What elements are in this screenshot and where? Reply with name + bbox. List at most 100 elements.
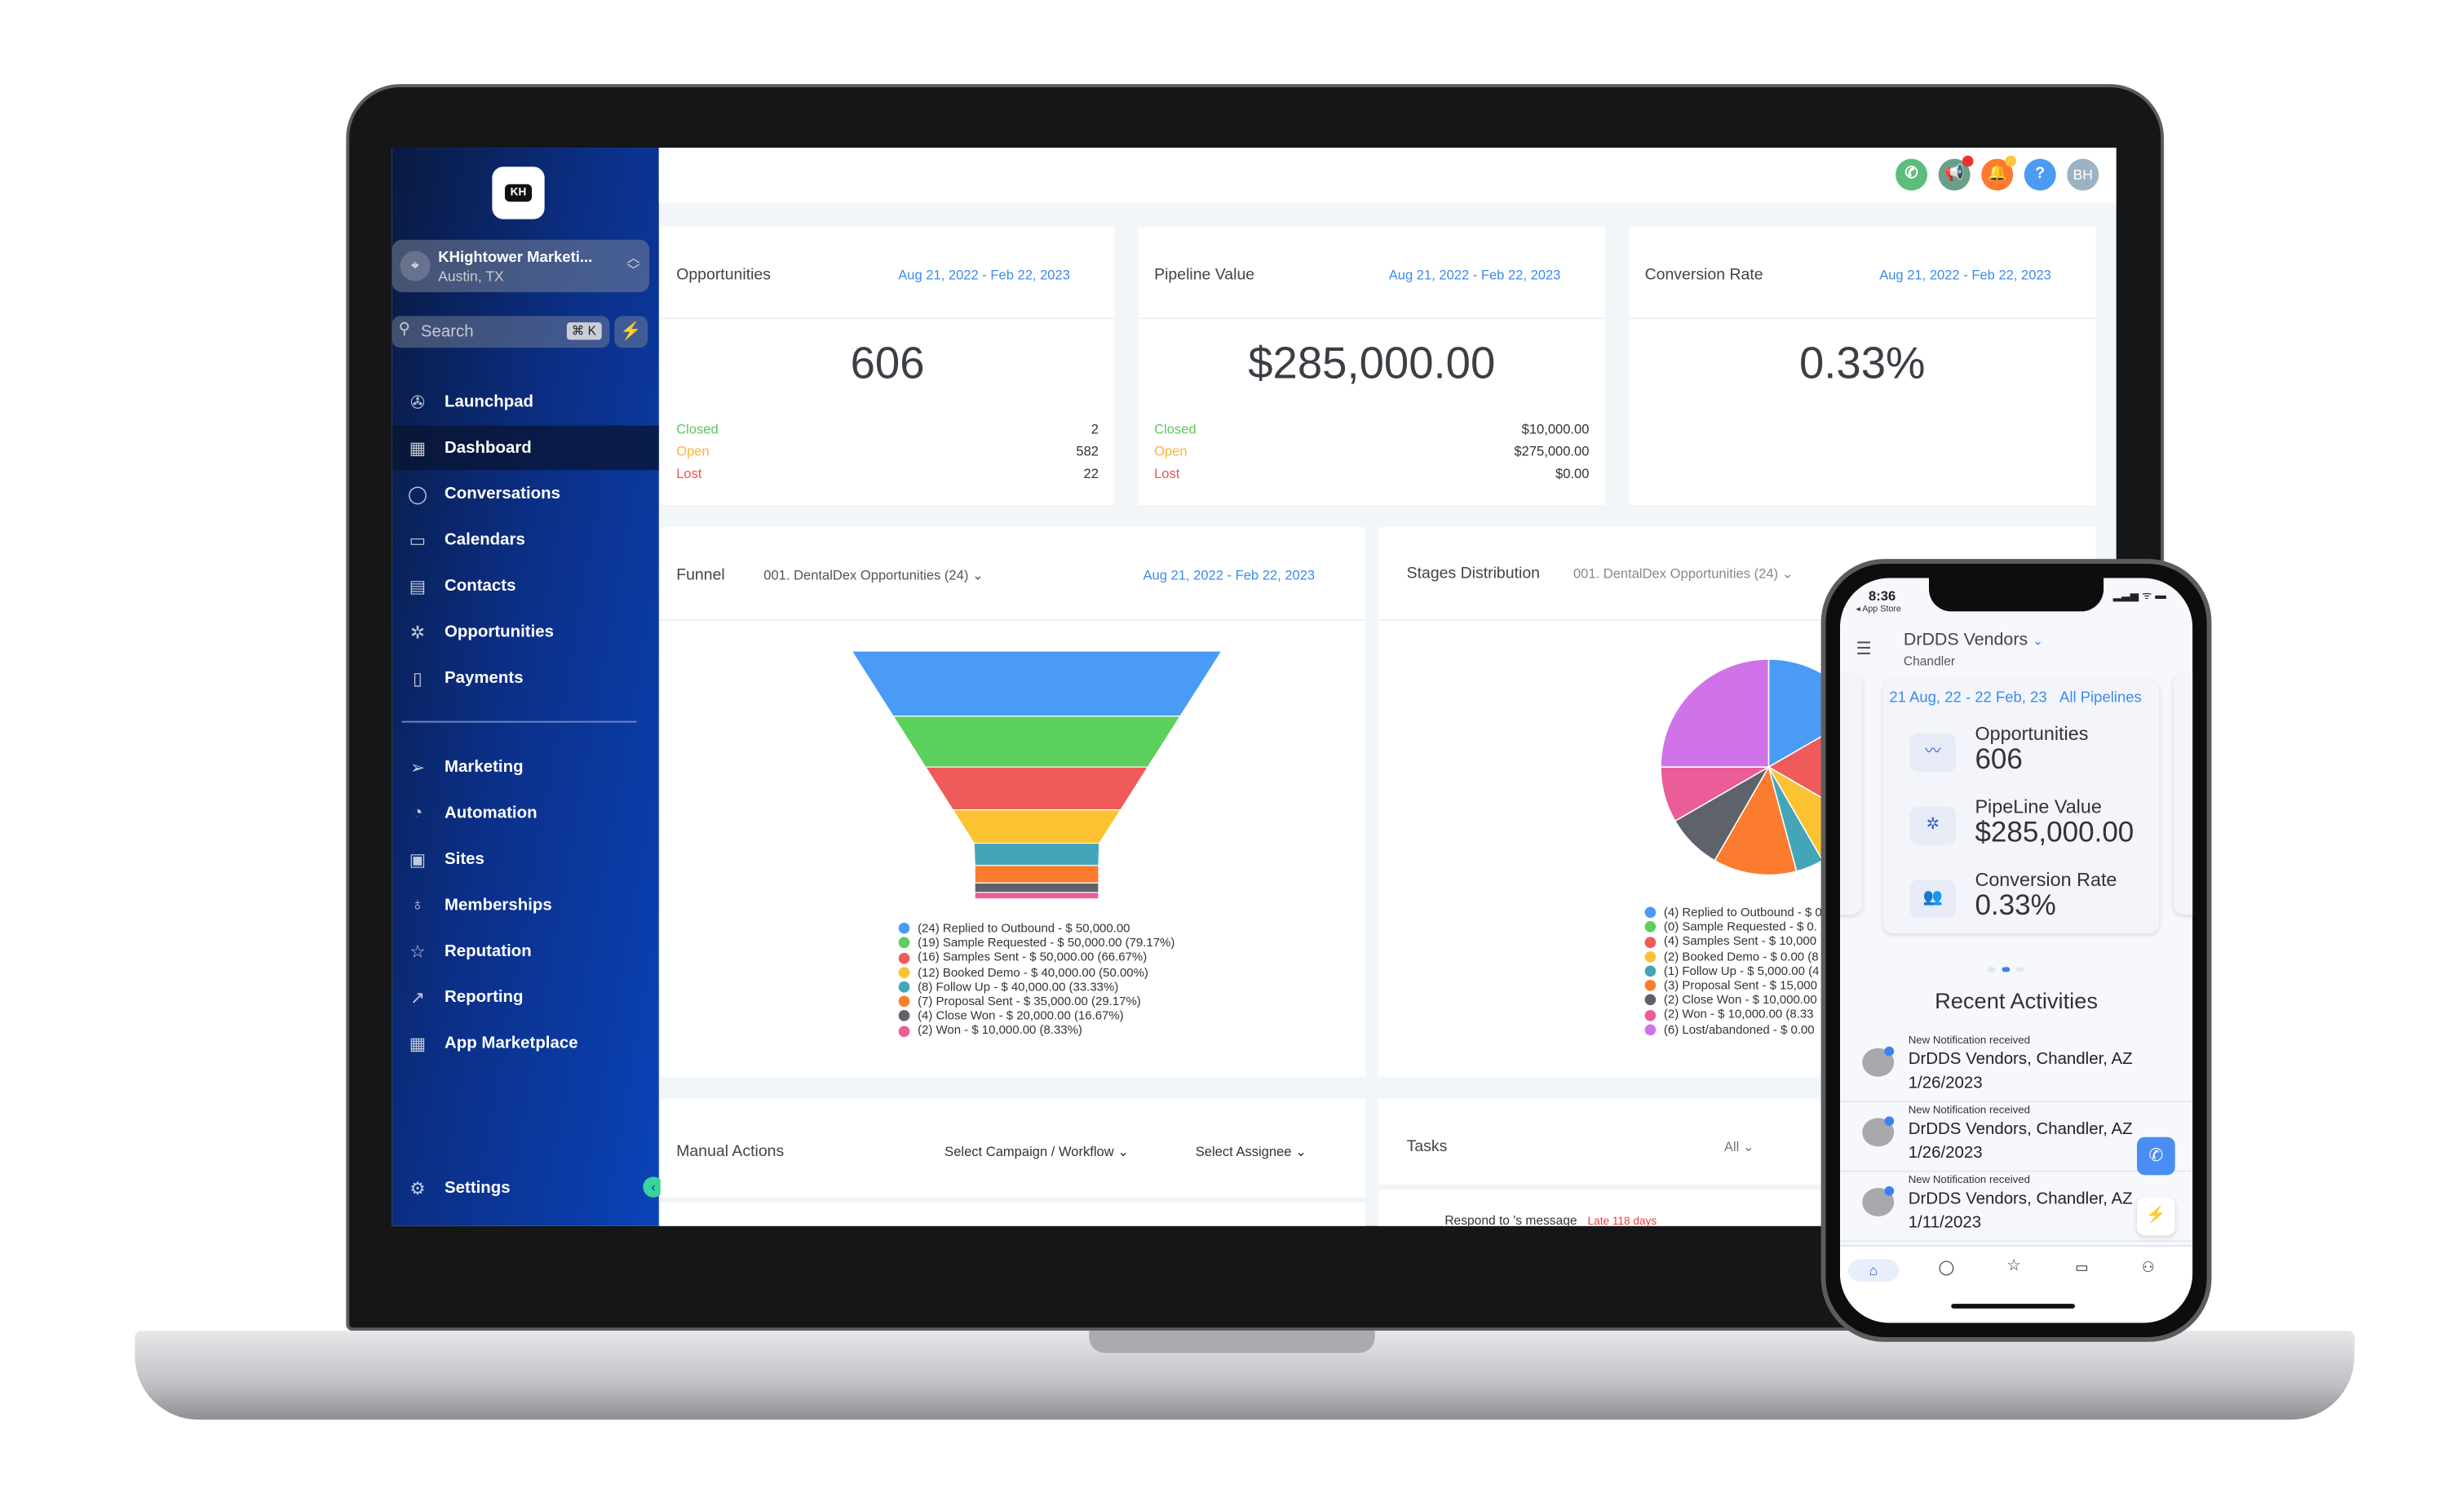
carousel-dot[interactable] [1988,967,1996,972]
sidebar-item-reputation[interactable]: ☆ Reputation [392,929,659,974]
sidebar-item-payments[interactable]: ▯ Payments [392,656,659,701]
task-item[interactable]: Respond to 's message Late 118 days [1444,1213,1657,1226]
funnel-segment[interactable] [924,766,1149,811]
nav-conversations-icon[interactable]: ◯ [1939,1260,1955,1277]
call-fab-button[interactable]: ✆ [2136,1136,2175,1176]
card-title: Pipeline Value [1154,267,1255,285]
activity-name: DrDDS Vendors, Chandler, AZ [1908,1189,2133,1209]
nav-contacts-icon[interactable]: ⚇ [2142,1260,2155,1277]
star-icon: ☆ [409,942,426,962]
sidebar-item-launchpad[interactable]: ✇ Launchpad [392,379,659,424]
sidebar-item-memberships[interactable]: ♁ Memberships [392,883,659,928]
sidebar-item-marketing[interactable]: ➢ Marketing [392,745,659,790]
legend-item[interactable]: (2) Won - $ 10,000.00 (8.33 [1644,1008,1822,1022]
card-date-range[interactable]: Aug 21, 2022 - Feb 22, 2023 [1389,267,1561,282]
sidebar-item-automation[interactable]: ◔ Automation [392,791,659,835]
pipeline-filter: All Pipelines [2059,689,2142,707]
sidebar-item-sites[interactable]: ▣ Sites [392,837,659,882]
legend-item[interactable]: (7) Proposal Sent - $ 35,000.00 (29.17%) [898,995,1175,1009]
legend-item[interactable]: (24) Replied to Outbound - $ 50,000.00 [898,921,1175,936]
funnel-segment[interactable] [952,809,1121,844]
legend-item[interactable]: (19) Sample Requested - $ 50,000.00 (79.… [898,936,1174,950]
announcements-button[interactable]: 📢 [1938,155,1974,191]
sidebar-item-label: Reporting [445,987,524,1008]
sidebar-item-label: Opportunities [445,622,555,642]
phone-button[interactable]: ✆ [1896,158,1928,191]
location-switcher[interactable]: DrDDS Vendors ⌄ [1904,631,2043,649]
task-title: Respond to 's message [1444,1213,1577,1226]
pie-slice[interactable] [1660,658,1770,768]
sidebar-item-app-marketplace[interactable]: ▦ App Marketplace [392,1021,659,1066]
sidebar-item-settings[interactable]: ⚙ Settings [392,1166,659,1211]
legend-item[interactable]: (8) Follow Up - $ 40,000.00 (33.33%) [898,980,1175,995]
legend-item[interactable]: (12) Booked Demo - $ 40,000.00 (50.00%) [898,965,1175,980]
sidebar-item-dashboard[interactable]: ▦ Dashboard [391,425,659,471]
select-label: Select Assignee [1195,1143,1292,1159]
phone-date-range[interactable]: 21 Aug, 22 - 22 Feb, 23 All Pipelines [1889,689,2141,707]
sidebar-item-conversations[interactable]: ◯ Conversations [392,472,659,516]
help-button[interactable]: ? [2024,158,2056,191]
quick-action-bolt-icon[interactable]: ⚡ [614,316,648,348]
user-avatar[interactable]: BH [2067,158,2099,191]
legend-item[interactable]: (2) Won - $ 10,000.00 (8.33%) [898,1023,1175,1038]
manual-actions-card: Manual Actions Select Campaign / Workflo… [660,1098,1365,1226]
campaign-workflow-select[interactable]: Select Campaign / Workflow ⌄ [944,1143,1129,1160]
carousel-dot-active[interactable] [2002,967,2011,972]
nav-calendar-icon[interactable]: ▭ [2075,1260,2089,1277]
legend-swatch [898,966,910,978]
back-to-app-store[interactable]: ◂ App Store [1856,605,1900,615]
opportunities-icon: ✲ [409,623,425,643]
search-input[interactable]: ⚲ Search ⌘ K [391,316,610,348]
funnel-segment[interactable] [974,892,1099,900]
sidebar-item-calendars[interactable]: ▭ Calendars [392,518,659,563]
calendar-icon: ▭ [409,531,427,551]
card-date-range[interactable]: Aug 21, 2022 - Feb 22, 2023 [898,267,1070,282]
nav-star-icon[interactable]: ☆ [2006,1258,2020,1275]
funnel-segment[interactable] [974,865,1099,884]
hamburger-menu-icon[interactable]: ☰ [1856,638,1871,658]
activity-item[interactable]: New Notification received DrDDS Vendors, … [1839,1032,2193,1102]
chevron-down-icon: ⌄ [1295,1143,1307,1159]
legend-item[interactable]: (4) Replied to Outbound - $ 0 [1644,906,1822,920]
account-name: KHightower Marketi... [438,249,593,268]
legend-item[interactable]: (4) Samples Sent - $ 10,000 [1644,934,1822,949]
legend-item[interactable]: (4) Close Won - $ 20,000.00 (16.67%) [898,1008,1175,1023]
funnel-segment[interactable] [892,715,1182,768]
quick-action-fab-button[interactable]: ⚡ [2136,1197,2175,1236]
company-logo[interactable]: KH [492,166,545,219]
legend-item[interactable]: (2) Booked Demo - $ 0.00 (8 [1644,949,1822,964]
status-row-closed: Closed $10,000.00 [1154,421,1589,436]
sidebar-item-reporting[interactable]: ↗ Reporting [392,975,659,1020]
legend-item[interactable]: (6) Lost/abandoned - $ 0.00 [1644,1022,1822,1037]
funnel-segment[interactable] [851,650,1223,717]
unread-dot [1884,1186,1895,1196]
nav-home-icon[interactable]: ⌂ [1847,1259,1900,1282]
notifications-bell-button[interactable]: 🔔 [1981,155,2017,191]
status-value: 2 [1090,420,1099,437]
legend-swatch [898,923,910,934]
legend-item[interactable]: (2) Close Won - $ 10,000.00 [1644,993,1822,1008]
sidebar-item-opportunities[interactable]: ✲ Opportunities [392,609,659,654]
legend-item[interactable]: (0) Sample Requested - $ 0. [1644,919,1822,934]
sidebar-item-label: Dashboard [445,438,532,458]
funnel-segment[interactable] [973,843,1100,866]
legend-item[interactable]: (3) Proposal Sent - $ 15,000 [1644,978,1822,993]
status-label: Closed [1154,420,1197,437]
location-name: DrDDS Vendors [1903,630,2028,650]
assignee-select[interactable]: Select Assignee ⌄ [1196,1143,1307,1160]
legend-item[interactable]: (1) Follow Up - $ 5,000.00 (4 [1644,964,1822,978]
account-switcher[interactable]: ⌖ KHightower Marketi... Austin, TX ︿ ﹀ [391,239,650,293]
sidebar-item-contacts[interactable]: ▤ Contacts [392,564,659,609]
select-label: Select Campaign / Workflow [944,1143,1114,1159]
logo-text: KH [505,184,532,202]
stat-value: $285,000.00 [1975,816,2134,848]
legend-swatch [1644,995,1657,1006]
automation-icon: ◔ [412,803,423,823]
tasks-filter-select[interactable]: All ⌄ [1724,1139,1754,1156]
card-date-range[interactable]: Aug 21, 2022 - Feb 22, 2023 [1879,267,2051,282]
carousel-dot[interactable] [2016,967,2024,972]
legend-item[interactable]: (16) Samples Sent - $ 50,000.00 (66.67%) [898,950,1175,965]
send-icon: ➢ [409,758,425,778]
funnel-segment[interactable] [974,882,1099,893]
laptop-notch [1089,1331,1375,1353]
